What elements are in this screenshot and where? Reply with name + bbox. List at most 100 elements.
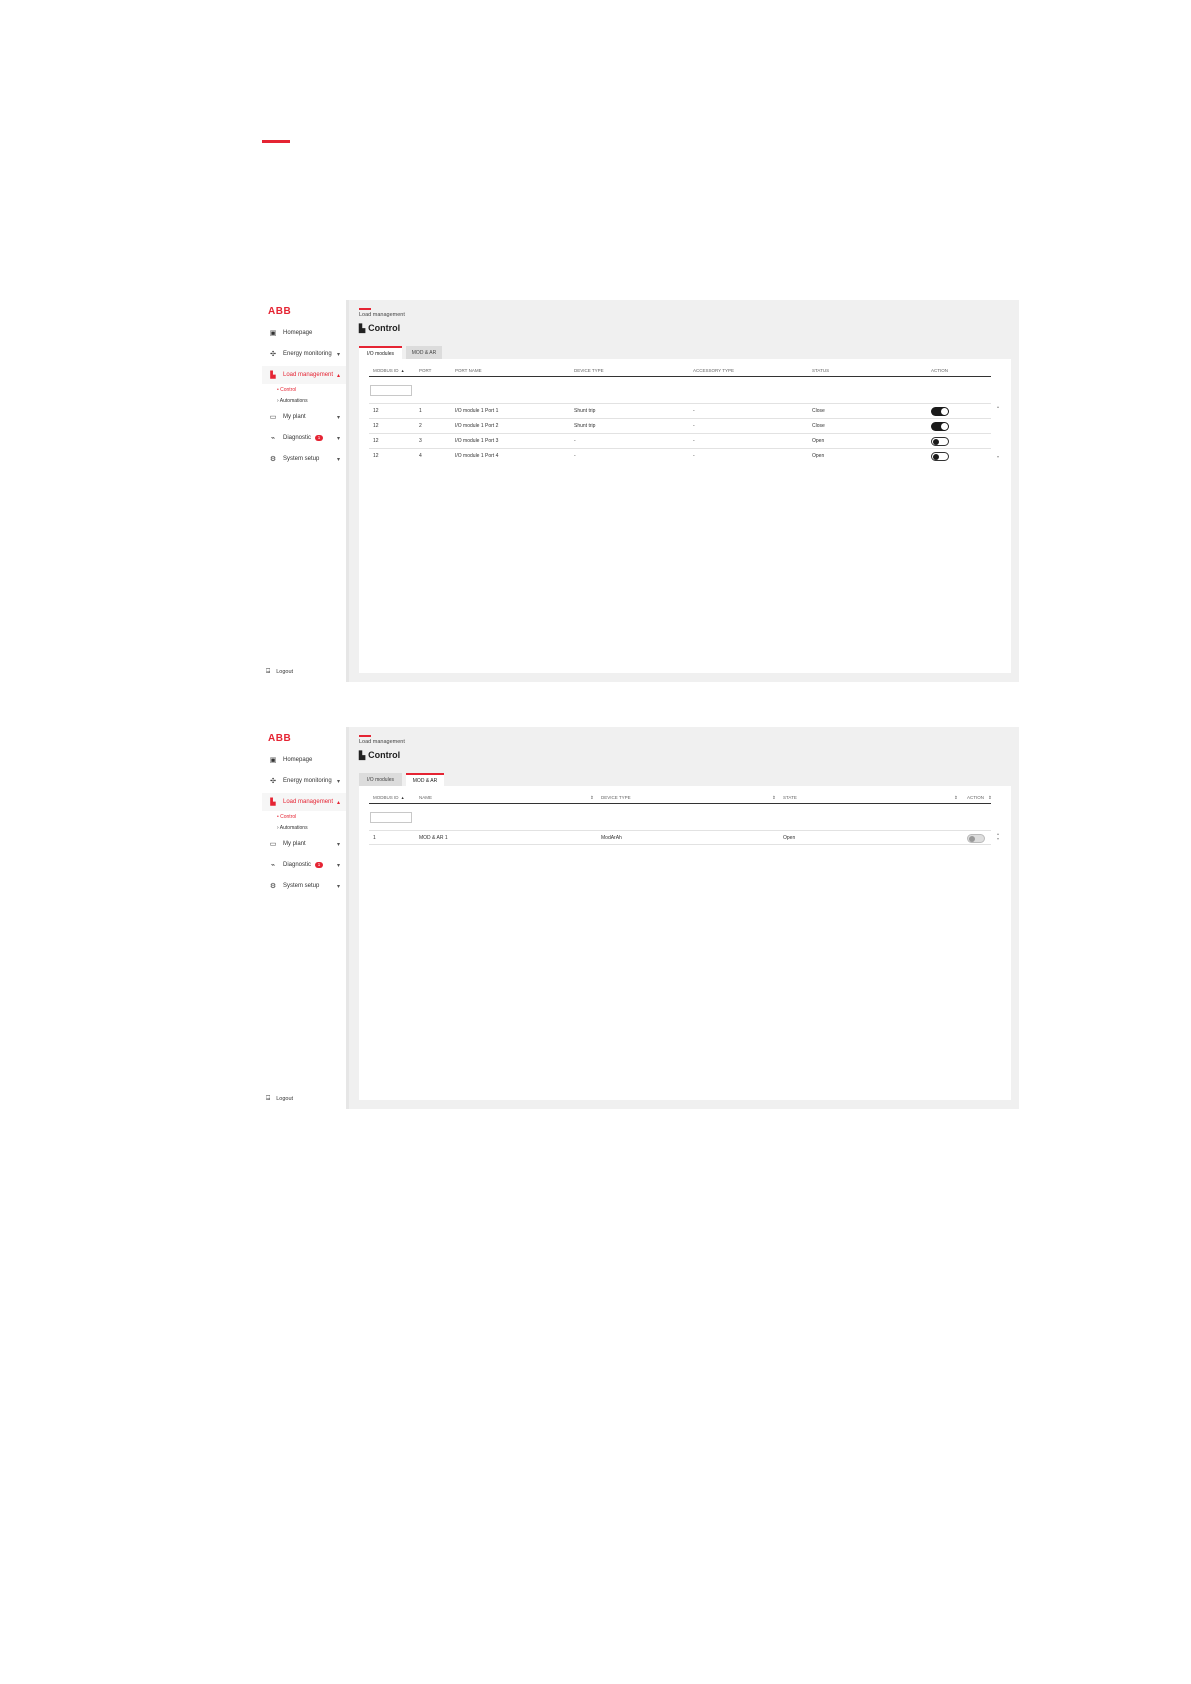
col-port[interactable]: PORT: [419, 368, 431, 373]
pulse-icon: ⌁: [270, 862, 276, 869]
nav-item-my-plant[interactable]: ▭ My plant ▾: [262, 835, 346, 853]
table-scrollbar[interactable]: ▴ ▾: [997, 831, 1001, 841]
chevron-down-icon: ▾: [336, 414, 340, 421]
sub-item-automations[interactable]: › Automations: [277, 398, 308, 404]
sort-icon[interactable]: ⇕: [954, 795, 958, 801]
sub-item-control[interactable]: • Control: [277, 387, 296, 393]
nav-label-system-setup: System setup: [283, 883, 320, 889]
chart-icon: ▙: [359, 750, 366, 760]
logout-icon: ⍈: [266, 1095, 271, 1102]
cell-accessory-type: -: [693, 438, 695, 444]
cell-port-name: I/O module 1 Port 4: [455, 453, 499, 459]
monitor-icon: ▭: [269, 414, 277, 421]
action-toggle[interactable]: [931, 407, 949, 416]
table-header: MODBUS ID ▴ NAME ⇕ DEVICE TYPE ⇕ STATE ⇕ …: [369, 794, 992, 804]
nav-label-my-plant: My plant: [283, 414, 306, 420]
cell-status: Close: [812, 408, 825, 414]
tab-io-modules[interactable]: I/O modules: [359, 346, 402, 359]
table-scrollbar[interactable]: ▴ ▾: [997, 404, 1001, 459]
cell-device-type: Shunt trip: [574, 408, 596, 414]
col-device-type[interactable]: DEVICE TYPE: [601, 795, 631, 800]
nav-item-my-plant[interactable]: ▭ My plant ▾: [262, 408, 346, 426]
logout-link[interactable]: ⍈ Logout: [266, 668, 293, 676]
toggle-knob: [941, 408, 948, 415]
nav-item-energy-monitoring[interactable]: ✣ Energy monitoring ▾: [262, 345, 346, 363]
tab-mod-ar[interactable]: MOD & AR: [406, 346, 442, 359]
gear-icon: ⚙: [269, 456, 277, 463]
nav-item-load-management[interactable]: ▙ Load management ▴: [262, 793, 346, 811]
col-accessory-type[interactable]: ACCESSORY TYPE: [693, 368, 734, 373]
nav-item-homepage[interactable]: ▣ Homepage: [262, 751, 346, 769]
nav-label-load-management: Load management: [283, 372, 334, 378]
cell-status: Close: [812, 423, 825, 429]
cell-port-name: I/O module 1 Port 3: [455, 438, 499, 444]
cell-modbus-id: 12: [373, 438, 379, 444]
cell-port: 4: [419, 453, 422, 459]
cell-port: 2: [419, 423, 422, 429]
chevron-down-icon: ▾: [336, 435, 340, 442]
action-toggle[interactable]: [931, 422, 949, 431]
nav-item-load-management[interactable]: ▙ Load management ▴: [262, 366, 346, 384]
nav-label-energy-monitoring: Energy monitoring: [283, 778, 332, 784]
toggle-knob: [941, 423, 948, 430]
chevron-down-icon: ▾: [336, 862, 340, 869]
nav-item-system-setup[interactable]: ⚙ System setup ▾: [262, 450, 346, 468]
abb-logo: ABB: [268, 733, 292, 744]
sort-icon[interactable]: ⇕: [988, 795, 992, 801]
cell-port: 3: [419, 438, 422, 444]
action-toggle[interactable]: [967, 834, 985, 843]
sort-icon[interactable]: ⇕: [772, 795, 776, 801]
col-device-type[interactable]: DEVICE TYPE: [574, 368, 604, 373]
diagnostic-badge: 1: [315, 862, 324, 868]
page-title: ▙ Control: [359, 750, 400, 760]
col-modbus-id[interactable]: MODBUS ID ▴: [373, 368, 404, 374]
col-name[interactable]: NAME: [419, 795, 432, 800]
breadcrumb[interactable]: Load management: [359, 739, 405, 745]
sub-item-control[interactable]: • Control: [277, 814, 296, 820]
col-action: ACTION: [931, 368, 949, 373]
gear-icon: ⚙: [269, 883, 277, 890]
nav-label-load-management: Load management: [283, 799, 334, 805]
sort-icon[interactable]: ⇕: [590, 795, 594, 801]
cell-accessory-type: -: [693, 423, 695, 429]
sub-item-automations[interactable]: › Automations: [277, 825, 308, 831]
nav-label-homepage: Homepage: [283, 330, 313, 336]
chevron-up-icon: ▴: [336, 372, 340, 379]
homepage-icon: ▣: [269, 757, 277, 764]
nav-item-diagnostic[interactable]: ⌁ Diagnostic 1 ▾: [262, 856, 346, 874]
col-port-name[interactable]: PORT NAME: [455, 368, 482, 373]
modbus-id-filter-input[interactable]: [370, 812, 412, 823]
toggle-knob: [933, 453, 939, 460]
screenshot-io-modules: ABB ▣ Homepage ✣ Energy monitoring ▾ ▙ L…: [262, 300, 1019, 682]
col-action[interactable]: ACTION: [967, 795, 984, 800]
col-modbus-id[interactable]: MODBUS ID ▴: [373, 795, 404, 801]
cell-port: 1: [419, 408, 422, 414]
modbus-id-filter-input[interactable]: [370, 385, 412, 396]
nav-item-diagnostic[interactable]: ⌁ Diagnostic 1 ▾: [262, 429, 346, 447]
nav-item-system-setup[interactable]: ⚙ System setup ▾: [262, 877, 346, 895]
breadcrumb[interactable]: Load management: [359, 312, 405, 318]
nav-item-energy-monitoring[interactable]: ✣ Energy monitoring ▾: [262, 772, 346, 790]
main-content: Load management ▙ Control I/O modules MO…: [357, 300, 1019, 682]
logout-label: Logout: [276, 669, 294, 675]
chevron-down-icon: ▾: [336, 351, 340, 358]
nav-item-homepage[interactable]: ▣ Homepage: [262, 324, 346, 342]
tab-io-modules[interactable]: I/O modules: [359, 773, 402, 786]
col-state[interactable]: STATE: [783, 795, 797, 800]
action-toggle[interactable]: [931, 452, 949, 461]
chevron-down-icon: ▾: [336, 841, 340, 848]
cell-modbus-id: 12: [373, 453, 379, 459]
tab-mod-ar[interactable]: MOD & AR: [406, 773, 444, 786]
cell-accessory-type: -: [693, 408, 695, 414]
cell-status: Open: [812, 438, 825, 444]
action-toggle[interactable]: [931, 437, 949, 446]
table-row: 12 2 I/O module 1 Port 2 Shunt trip - Cl…: [369, 418, 991, 433]
page-title: ▙ Control: [359, 323, 400, 333]
cell-accessory-type: -: [693, 453, 695, 459]
table-row: 12 1 I/O module 1 Port 1 Shunt trip - Cl…: [369, 403, 991, 418]
table-header: MODBUS ID ▴ PORT PORT NAME DEVICE TYPE AC…: [369, 367, 991, 377]
logout-link[interactable]: ⍈ Logout: [266, 1095, 293, 1103]
chart-icon: ▙: [359, 323, 366, 333]
col-status[interactable]: STATUS: [812, 368, 829, 373]
main-content: Load management ▙ Control I/O modules MO…: [357, 727, 1019, 1109]
